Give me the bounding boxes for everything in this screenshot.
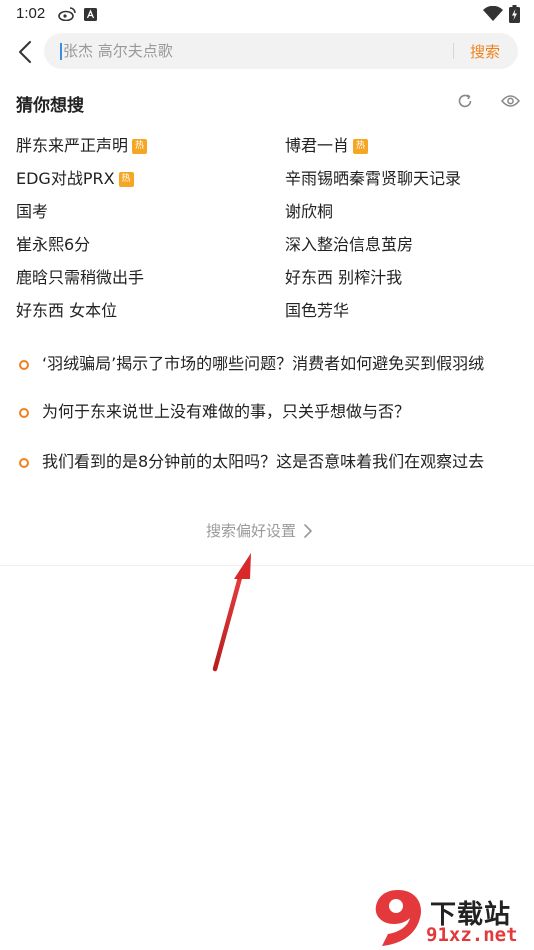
guess-item[interactable]: 崔永熙6分 <box>16 233 90 257</box>
guess-item[interactable]: 好东西 女本位 <box>16 299 117 323</box>
site-watermark: 下载站 91xz.net <box>370 884 534 950</box>
topic-text: 我们看到的是8分钟前的太阳吗？这是否意味着我们在观察过去 <box>42 452 485 471</box>
hot-badge: 热 <box>132 138 148 154</box>
guess-item-label: 谢欣桐 <box>285 202 334 221</box>
guess-item[interactable]: 鹿晗只需稍微出手 <box>16 266 144 290</box>
guess-header: 猜你想搜 <box>16 91 521 116</box>
search-submit-button[interactable]: 搜索 <box>470 41 500 62</box>
guess-item-label: 好东西 别榨汁我 <box>285 268 403 287</box>
topic-text: 为何于东来说世上没有难做的事，只关乎想做与否？ <box>42 402 411 421</box>
guess-item[interactable]: 胖东来严正声明 热 <box>16 134 148 158</box>
guess-item-label: 胖东来严正声明 <box>16 136 129 155</box>
guess-item-label: 辛雨锡晒秦霄贤聊天记录 <box>285 169 462 188</box>
section-divider <box>0 565 534 566</box>
wifi-icon <box>483 5 503 26</box>
battery-charging-icon <box>509 5 520 27</box>
topic-bullet-icon <box>19 360 29 370</box>
guess-item-label: 博君一肖 <box>285 136 350 155</box>
guess-item-label: 国考 <box>16 202 49 221</box>
weibo-icon <box>58 6 76 25</box>
guess-item[interactable]: EDG对战PRX 热 <box>16 167 134 191</box>
status-time: 1:02 <box>16 5 46 22</box>
guess-item[interactable]: 好东西 别榨汁我 <box>285 266 402 290</box>
chevron-left-icon <box>19 41 31 63</box>
search-preferences-link[interactable]: 搜索偏好设置 <box>206 520 312 541</box>
guess-item[interactable]: 谢欣桐 <box>285 200 333 224</box>
guess-item-label: 鹿晗只需稍微出手 <box>16 268 145 287</box>
text-caret <box>60 43 62 60</box>
refresh-icon[interactable] <box>457 93 475 111</box>
eye-icon[interactable] <box>501 93 521 111</box>
guess-item[interactable]: 博君一肖 热 <box>285 134 369 158</box>
site-logo-icon <box>375 890 422 946</box>
topic-bullet-icon <box>19 458 29 468</box>
topic-item[interactable]: ‘羽绒骗局’揭示了市场的哪些问题？消费者如何避免买到假羽绒 <box>18 352 518 378</box>
guess-item-label: 好东西 女本位 <box>16 301 118 320</box>
app-a-icon <box>84 6 97 25</box>
guess-item[interactable]: 国考 <box>16 200 48 224</box>
hot-badge: 热 <box>353 138 369 154</box>
topic-bullet-icon <box>19 408 29 418</box>
guess-item-label: EDG对战PRX <box>16 169 115 188</box>
chevron-right-icon <box>304 523 312 538</box>
guess-item-label: 崔永熙6分 <box>16 235 91 254</box>
hot-badge: 热 <box>118 171 134 187</box>
guess-item[interactable]: 辛雨锡晒秦霄贤聊天记录 <box>285 167 461 191</box>
watermark-url: 91xz.net <box>426 924 518 946</box>
guess-section-title: 猜你想搜 <box>16 96 84 116</box>
topic-item[interactable]: 我们看到的是8分钟前的太阳吗？这是否意味着我们在观察过去 <box>18 450 518 476</box>
status-bar: 1:02 <box>0 0 534 28</box>
guess-item-label: 国色芳华 <box>285 301 350 320</box>
search-divider <box>453 43 454 59</box>
search-input[interactable] <box>63 33 433 69</box>
guess-item-label: 深入整治信息茧房 <box>285 235 414 254</box>
guess-item[interactable]: 深入整治信息茧房 <box>285 233 413 257</box>
search-box: 搜索 <box>44 33 518 69</box>
topic-item[interactable]: 为何于东来说世上没有难做的事，只关乎想做与否？ <box>18 400 518 426</box>
topic-text: ‘羽绒骗局’揭示了市场的哪些问题？消费者如何避免买到假羽绒 <box>42 354 485 373</box>
search-preferences-label: 搜索偏好设置 <box>206 522 297 540</box>
guess-item[interactable]: 国色芳华 <box>285 299 349 323</box>
search-row: 搜索 <box>0 33 534 71</box>
back-button[interactable] <box>12 37 38 67</box>
